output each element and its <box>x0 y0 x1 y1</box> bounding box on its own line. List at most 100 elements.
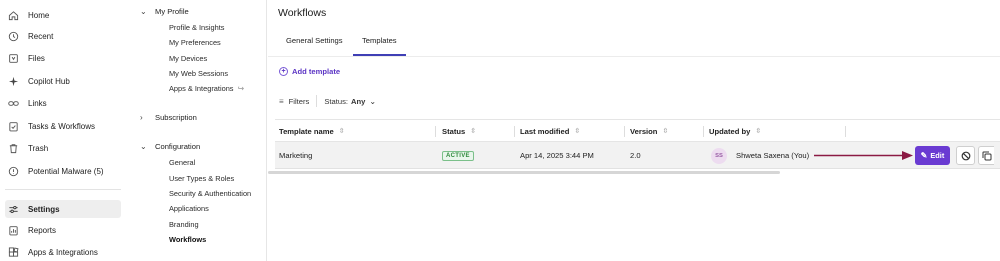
column-divider <box>703 126 704 137</box>
cell-last-modified: Apr 14, 2025 3:44 PM <box>520 151 594 160</box>
nav-label: Home <box>28 10 50 20</box>
column-header-version[interactable]: Version ⇳ <box>630 120 668 142</box>
plus-circle-icon: + <box>279 67 288 76</box>
subnav-group-label: Configuration <box>155 141 201 151</box>
tab-general-settings[interactable]: General Settings <box>286 36 343 56</box>
nav-label: Links <box>28 98 47 108</box>
report-icon <box>7 224 19 236</box>
subnav-group-label: Subscription <box>155 112 197 122</box>
sort-icon: ⇳ <box>662 128 669 135</box>
subnav-item-apps-integrations[interactable]: Apps & Integrations ↪ <box>169 81 244 95</box>
subnav-item-profile-insights[interactable]: Profile & Insights <box>169 20 224 34</box>
column-label: Updated by <box>709 126 751 136</box>
sort-icon: ⇳ <box>574 128 581 135</box>
nav-item-copilot-hub[interactable]: Copilot Hub <box>5 72 121 90</box>
subnav-item-branding[interactable]: Branding <box>169 217 199 231</box>
trash-icon <box>7 142 19 154</box>
pencil-icon: ✎ <box>920 151 928 160</box>
status-filter-label: Status: <box>324 96 348 106</box>
filter-icon: ≡ <box>279 96 284 106</box>
copy-icon <box>982 151 991 160</box>
subnav-item-user-types-roles[interactable]: User Types & Roles <box>169 171 234 185</box>
column-header-status[interactable]: Status ⇳ <box>442 120 476 142</box>
home-icon <box>7 9 19 21</box>
templates-table: Template name ⇳ Status ⇳ Last modified ⇳ Ve… <box>275 119 1000 169</box>
add-template-button[interactable]: + Add template <box>279 67 340 76</box>
filters-button[interactable]: Filters <box>289 97 310 106</box>
subnav-item-workflows[interactable]: Workflows <box>169 232 206 246</box>
filter-bar: ≡ Filters Status: Any ⌄ <box>279 95 376 107</box>
tab-templates[interactable]: Templates <box>353 36 406 56</box>
horizontal-scrollbar[interactable] <box>268 171 780 174</box>
edit-label: Edit <box>930 151 945 160</box>
link-icon <box>7 97 19 109</box>
page-title: Workflows <box>278 7 327 19</box>
nav-item-recent[interactable]: Recent <box>5 27 121 45</box>
column-label: Last modified <box>520 126 570 136</box>
subnav-item-my-preferences[interactable]: My Preferences <box>169 35 221 49</box>
cell-status: ACTIVE <box>442 142 474 169</box>
column-label: Template name <box>279 126 334 136</box>
nav-item-files[interactable]: Files <box>5 49 121 67</box>
sliders-icon <box>7 203 19 215</box>
nav-item-reports[interactable]: Reports <box>5 221 121 239</box>
avatar: SS <box>711 147 727 164</box>
status-filter-dropdown[interactable]: Status: Any ⌄ <box>324 97 376 106</box>
apps-icon <box>7 246 19 258</box>
column-label: Status <box>442 126 466 136</box>
column-label: Version <box>630 126 658 136</box>
column-divider <box>845 126 846 137</box>
disable-button[interactable] <box>956 146 975 165</box>
column-header-last-modified[interactable]: Last modified ⇳ <box>520 120 580 142</box>
subnav-group-label: My Profile <box>155 6 189 16</box>
column-header-template-name[interactable]: Template name ⇳ <box>279 120 345 142</box>
nav-item-potential-malware[interactable]: Potential Malware (5) <box>5 162 121 180</box>
cell-version: 2.0 <box>630 151 641 160</box>
nav-item-settings[interactable]: Settings <box>5 200 121 218</box>
status-badge: ACTIVE <box>442 150 474 161</box>
subnav-group-configuration[interactable]: ⌄ Configuration <box>140 139 200 153</box>
chevron-down-icon: ⌄ <box>140 141 147 151</box>
subnav-group-my-profile[interactable]: ⌄ My Profile <box>140 4 189 18</box>
nav-label: Trash <box>28 143 49 153</box>
nav-label: Recent <box>28 31 54 41</box>
nav-label: Copilot Hub <box>28 76 70 86</box>
column-divider <box>624 126 625 137</box>
column-divider <box>435 126 436 137</box>
filter-divider <box>316 95 318 107</box>
duplicate-button[interactable] <box>978 146 994 165</box>
nav-item-home[interactable]: Home <box>5 6 121 24</box>
cell-updated-by: SS Shweta Saxena (You) <box>711 142 809 169</box>
subnav-item-my-web-sessions[interactable]: My Web Sessions <box>169 66 228 80</box>
nav-label: Apps & Integrations <box>28 247 98 257</box>
nav-label: Files <box>28 53 45 63</box>
alert-shield-icon <box>7 165 19 177</box>
nav-item-trash[interactable]: Trash <box>5 139 121 157</box>
subnav-item-applications[interactable]: Applications <box>169 201 209 215</box>
subnav-item-general[interactable]: General <box>169 155 195 169</box>
sort-icon: ⇳ <box>470 128 477 135</box>
cell-template-name: Marketing <box>279 151 313 160</box>
nav-label: Reports <box>28 225 57 235</box>
sparkle-icon <box>7 75 19 87</box>
subnav-item-label: Apps & Integrations <box>169 83 234 93</box>
file-box-icon <box>7 52 19 64</box>
edit-button[interactable]: ✎ Edit <box>915 146 950 165</box>
subnav-item-my-devices[interactable]: My Devices <box>169 51 207 65</box>
nav-item-apps-integrations[interactable]: Apps & Integrations <box>5 243 121 261</box>
annotation-arrow-icon <box>814 151 913 160</box>
nav-label: Settings <box>28 204 60 214</box>
sort-icon: ⇳ <box>755 128 762 135</box>
left-navigation: Home Recent Files Copilot Hub Links Task… <box>0 0 126 261</box>
add-template-label: Add template <box>292 67 341 76</box>
subnav-item-security-authentication[interactable]: Security & Authentication <box>169 186 251 200</box>
settings-subnav: ⌄ My Profile Profile & Insights My Prefe… <box>128 0 267 261</box>
clipboard-check-icon <box>7 120 19 132</box>
column-header-updated-by[interactable]: Updated by ⇳ <box>709 120 761 142</box>
nav-label: Tasks & Workflows <box>28 121 95 131</box>
nav-item-links[interactable]: Links <box>5 94 121 112</box>
table-header: Template name ⇳ Status ⇳ Last modified ⇳ Ve… <box>275 119 1000 142</box>
chevron-down-icon: ⌄ <box>140 6 147 16</box>
subnav-group-subscription[interactable]: › Subscription <box>140 110 197 124</box>
nav-item-tasks-workflows[interactable]: Tasks & Workflows <box>5 117 121 135</box>
